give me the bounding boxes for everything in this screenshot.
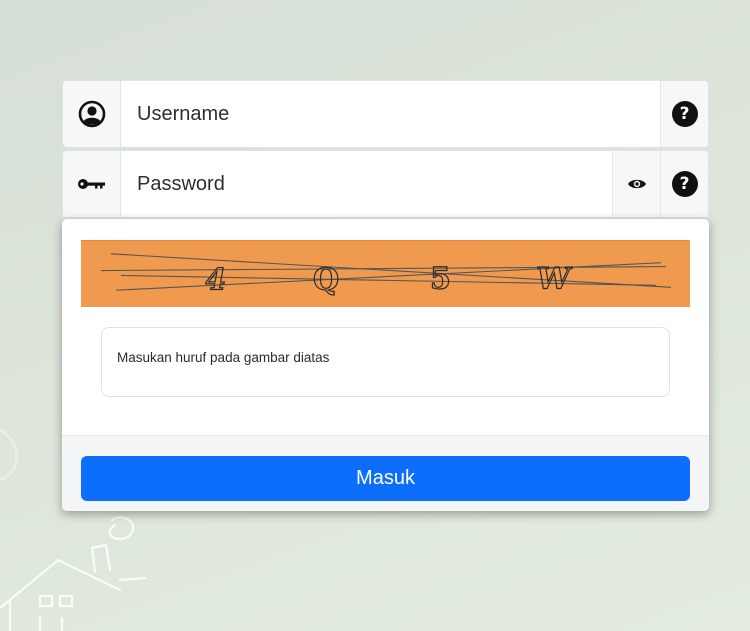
- user-circle-icon: [78, 100, 105, 128]
- password-help-button[interactable]: ?: [660, 151, 708, 217]
- password-field[interactable]: Password ?: [62, 150, 709, 218]
- username-help-button[interactable]: ?: [660, 81, 708, 147]
- eye-icon: [627, 179, 646, 189]
- toggle-password-visibility-button[interactable]: [612, 151, 660, 217]
- captcha-panel: 4 Q 5 W Masukan huruf pada gambar diatas…: [62, 219, 709, 511]
- captcha-image: 4 Q 5 W: [81, 240, 690, 307]
- captcha-char: Q: [313, 262, 339, 297]
- captcha-char: W: [533, 262, 573, 297]
- password-input[interactable]: Password: [121, 151, 612, 217]
- help-icon: ?: [671, 101, 698, 127]
- password-icon-addon: [63, 151, 121, 217]
- username-field[interactable]: Username ?: [62, 80, 709, 148]
- login-button[interactable]: Masuk: [81, 456, 690, 501]
- username-input[interactable]: Username: [121, 81, 660, 147]
- key-icon: [77, 179, 105, 189]
- help-icon: ?: [671, 171, 698, 197]
- captcha-char: 5: [430, 261, 451, 296]
- captcha-input[interactable]: Masukan huruf pada gambar diatas: [101, 327, 670, 397]
- username-icon-addon: [63, 81, 121, 147]
- captcha-char: 4: [202, 263, 229, 297]
